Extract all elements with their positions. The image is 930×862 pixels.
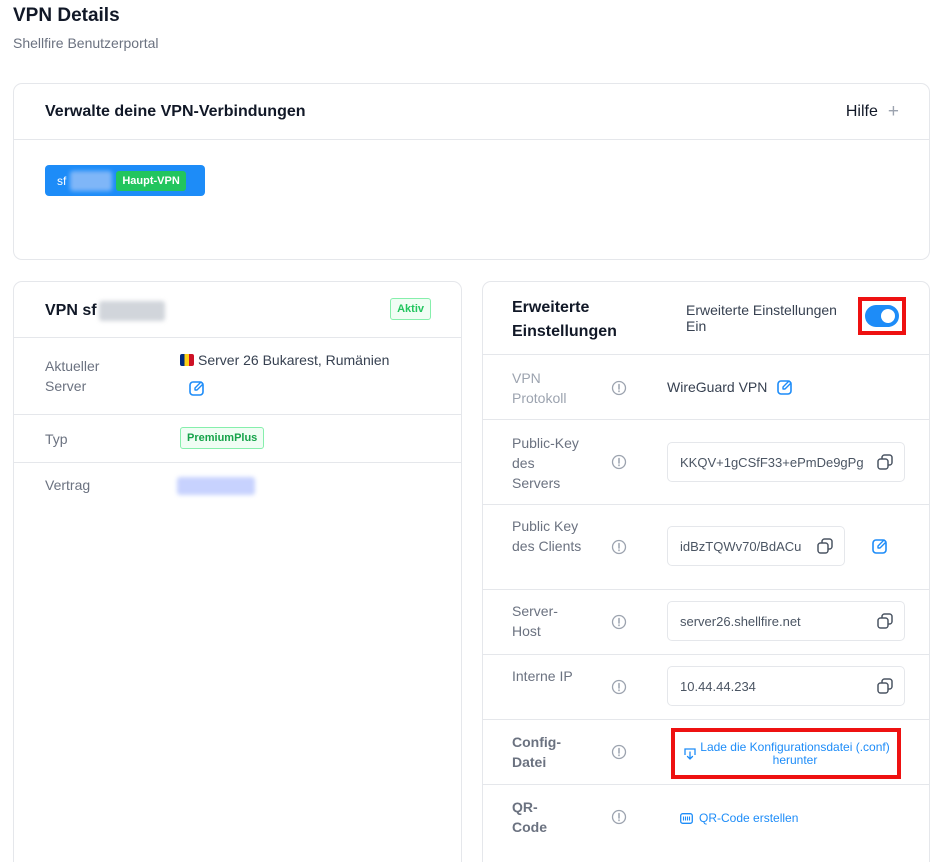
config-label: Config-Datei xyxy=(512,734,561,770)
premium-badge: PremiumPlus xyxy=(180,427,265,449)
internal-ip-field[interactable]: 10.44.44.234 xyxy=(667,666,905,706)
vpn-connection-chip[interactable]: sf Haupt-VPN xyxy=(45,165,205,196)
internal-ip-value: 10.44.44.234 xyxy=(680,678,756,694)
page-subtitle: Shellfire Benutzerportal xyxy=(13,35,159,51)
type-row: Typ PremiumPlus xyxy=(14,415,461,463)
vpn-card: VPN sf Aktiv Aktueller Server Server 26 … xyxy=(13,281,462,862)
advanced-title: Erweiterte Einstellungen xyxy=(512,299,617,340)
protocol-label: VPN Protokoll xyxy=(512,370,567,406)
info-icon[interactable] xyxy=(611,744,627,760)
page-title: VPN Details xyxy=(13,5,120,26)
client-key-field[interactable]: idBzTQWv70/BdACu xyxy=(667,526,845,566)
client-key-value: idBzTQWv70/BdACu xyxy=(680,538,802,554)
toggle-highlight xyxy=(858,297,906,335)
advanced-toggle-label: Erweiterte Einstellungen Ein xyxy=(686,302,837,334)
server-value: Server 26 Bukarest, Rumänien xyxy=(180,352,389,368)
edit-client-key-icon[interactable] xyxy=(872,538,888,554)
server-key-row: Public-Key des Servers KKQV+1gCSfF33+ePm… xyxy=(483,420,929,505)
advanced-settings-card: Erweiterte Einstellungen Erweiterte Eins… xyxy=(482,281,930,862)
vpn-title: VPN sf xyxy=(45,301,165,321)
server-host-label: Server-Host xyxy=(512,603,558,639)
advanced-card-header: Erweiterte Einstellungen Erweiterte Eins… xyxy=(483,282,929,355)
edit-server-icon[interactable] xyxy=(189,380,205,396)
server-host-row: Server-Host server26.shellfire.net xyxy=(483,590,929,655)
info-icon[interactable] xyxy=(611,380,627,396)
info-icon[interactable] xyxy=(611,679,627,695)
download-config-label: Lade die Konfigurationsdatei (.conf) her… xyxy=(700,739,890,767)
protocol-name: WireGuard VPN xyxy=(667,379,768,395)
server-row: Aktueller Server Server 26 Bukarest, Rum… xyxy=(14,338,461,415)
create-qr-label: QR-Code erstellen xyxy=(699,811,799,825)
advanced-settings-toggle[interactable] xyxy=(865,305,899,327)
vpn-card-header: VPN sf Aktiv xyxy=(14,282,461,338)
qr-label: QR-Code xyxy=(512,799,547,835)
romania-flag-icon xyxy=(180,354,194,366)
server-name: Server 26 Bukarest, Rumänien xyxy=(198,352,390,368)
redacted-vpn-id xyxy=(70,170,113,191)
download-icon xyxy=(684,747,696,760)
type-value: PremiumPlus xyxy=(180,427,265,449)
help-toggle[interactable]: Hilfe + xyxy=(846,102,899,121)
server-host-field[interactable]: server26.shellfire.net xyxy=(667,601,905,641)
server-key-value: KKQV+1gCSfF33+ePmDe9gPg xyxy=(680,454,864,470)
redacted-vpn-id xyxy=(98,301,165,321)
info-icon[interactable] xyxy=(611,809,627,825)
server-host-value: server26.shellfire.net xyxy=(680,613,801,629)
help-label: Hilfe xyxy=(845,102,878,120)
vpn-title-text: VPN sf xyxy=(45,302,97,319)
connections-title: Verwalte deine VPN-Verbindungen xyxy=(45,103,306,120)
type-label: Typ xyxy=(45,431,68,447)
qr-row: QR-Code QR-Code erstellen xyxy=(483,785,929,850)
internal-ip-label: Interne IP xyxy=(512,668,573,684)
redacted-contract xyxy=(177,477,255,495)
info-icon[interactable] xyxy=(611,454,627,470)
contract-row: Vertrag xyxy=(14,463,461,511)
server-key-label: Public-Key des Servers xyxy=(512,435,579,491)
server-label: Aktueller Server xyxy=(45,358,100,394)
download-config-button[interactable]: Lade die Konfigurationsdatei (.conf) her… xyxy=(679,736,893,771)
client-key-row: Public Key des Clients idBzTQWv70/BdACu xyxy=(483,505,929,590)
info-icon[interactable] xyxy=(611,614,627,630)
download-highlight: Lade die Konfigurationsdatei (.conf) her… xyxy=(671,728,901,779)
toggle-knob xyxy=(881,309,895,323)
copy-icon[interactable] xyxy=(876,677,894,695)
contract-label: Vertrag xyxy=(45,477,91,493)
main-vpn-badge: Haupt-VPN xyxy=(116,170,186,191)
qr-icon xyxy=(680,812,693,824)
info-icon[interactable] xyxy=(611,539,627,555)
copy-icon[interactable] xyxy=(816,537,834,555)
internal-ip-row: Interne IP 10.44.44.234 xyxy=(483,655,929,720)
protocol-value: WireGuard VPN xyxy=(667,379,793,395)
vpn-chip-name: sf xyxy=(57,173,67,188)
status-badge: Aktiv xyxy=(390,298,431,320)
create-qr-button[interactable]: QR-Code erstellen xyxy=(680,811,798,825)
client-key-label: Public Key des Clients xyxy=(512,518,582,554)
server-key-field[interactable]: KKQV+1gCSfF33+ePmDe9gPg xyxy=(667,442,905,482)
copy-icon[interactable] xyxy=(876,453,894,471)
config-row: Config-Datei Lade die Konfigurationsdate… xyxy=(483,720,929,785)
plus-icon: + xyxy=(887,101,899,122)
connections-card-header: Verwalte deine VPN-Verbindungen Hilfe + xyxy=(14,84,929,140)
connections-card: Verwalte deine VPN-Verbindungen Hilfe + … xyxy=(13,83,930,260)
protocol-row: VPN Protokoll WireGuard VPN xyxy=(483,355,929,420)
edit-protocol-icon[interactable] xyxy=(777,379,793,395)
copy-icon[interactable] xyxy=(876,612,894,630)
